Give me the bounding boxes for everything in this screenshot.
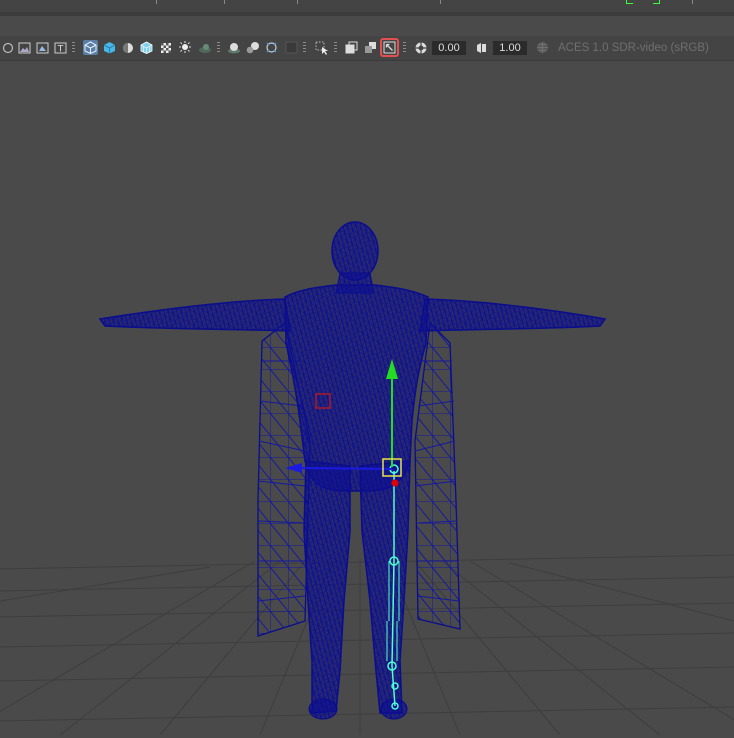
image-plane-icon[interactable] xyxy=(17,40,32,55)
divider xyxy=(440,0,441,4)
motion-blur-icon[interactable] xyxy=(245,40,260,55)
divider xyxy=(297,0,298,4)
xray-active-components-icon[interactable] xyxy=(363,40,378,55)
wireframe-shading-icon[interactable] xyxy=(83,40,98,55)
xray-icon[interactable] xyxy=(158,40,173,55)
divider xyxy=(224,0,225,4)
toggle-hud-icon[interactable] xyxy=(380,38,399,57)
frame-indicator xyxy=(653,0,660,4)
depth-of-field-icon[interactable] xyxy=(284,40,299,55)
texture-icon[interactable]: T xyxy=(53,40,68,55)
flat-shade-icon[interactable] xyxy=(120,40,135,55)
gamma-icon[interactable] xyxy=(474,40,489,55)
viewport-toolbar: T 0.00 1.00 ACES 1.0 SDR-video (sRGB) xyxy=(0,36,734,61)
svg-text:T: T xyxy=(57,44,64,54)
shadows-icon[interactable] xyxy=(196,40,211,55)
pivot-point xyxy=(391,479,399,487)
smooth-shade-all-icon[interactable] xyxy=(102,40,117,55)
screen-space-ao-icon[interactable] xyxy=(226,40,241,55)
viewport-3d[interactable] xyxy=(0,61,734,736)
divider xyxy=(303,42,306,54)
multisample-aa-icon[interactable] xyxy=(264,40,279,55)
view-transform-icon[interactable] xyxy=(535,40,550,55)
divider xyxy=(217,42,220,54)
exposure-icon[interactable] xyxy=(413,40,428,55)
divider xyxy=(156,0,157,4)
divider xyxy=(403,42,406,54)
color-space-label[interactable]: ACES 1.0 SDR-video (sRGB) xyxy=(558,41,709,55)
isolate-select-icon[interactable] xyxy=(0,40,15,55)
camera-attributes-icon[interactable] xyxy=(35,40,50,55)
isolate-view-icon[interactable] xyxy=(314,40,329,55)
gamma-field[interactable]: 1.00 xyxy=(493,41,527,55)
character-mesh xyxy=(98,221,607,720)
xray-joints-icon[interactable] xyxy=(344,40,359,55)
menu-strip xyxy=(0,0,734,12)
use-all-lights-icon[interactable] xyxy=(177,40,192,55)
exposure-field[interactable]: 0.00 xyxy=(432,41,466,55)
wireframe-on-shaded-icon[interactable] xyxy=(139,40,154,55)
divider xyxy=(334,42,337,54)
divider xyxy=(72,42,75,54)
divider xyxy=(692,0,693,4)
ground-grid xyxy=(0,554,734,736)
frame-indicator xyxy=(626,0,633,4)
panel-separator xyxy=(0,12,734,16)
